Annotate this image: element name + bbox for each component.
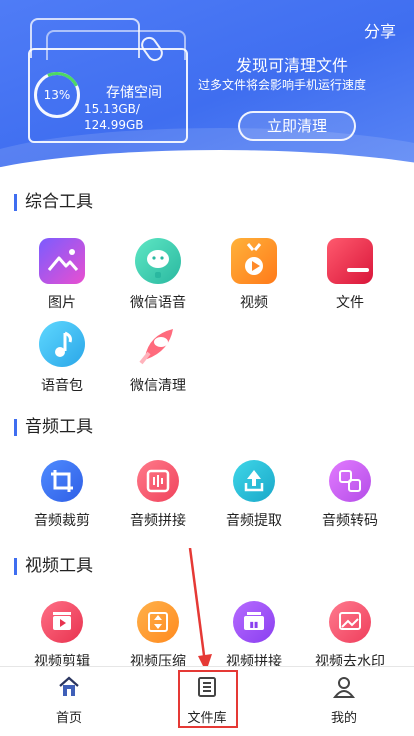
svg-text:▮▮: ▮▮ — [250, 620, 259, 629]
tool-audio-join[interactable]: 音频拼接 — [110, 460, 206, 530]
cleanable-subtitle: 过多文件将会影响手机运行速度 — [198, 78, 367, 92]
crop-icon — [41, 460, 83, 502]
cleanable-title: 发现可清理文件 — [236, 56, 349, 75]
tool-files[interactable]: 文件 — [302, 238, 398, 312]
tool-label: 图片 — [48, 295, 76, 311]
clapper-icon — [41, 601, 83, 643]
section-title-video: 视频工具 — [14, 558, 93, 575]
tool-wechat-clean[interactable]: 微信清理 — [110, 321, 206, 395]
nav-home[interactable]: 首页 — [29, 675, 109, 726]
tool-audio-cut[interactable]: 音频裁剪 — [14, 460, 110, 530]
music-note-icon — [39, 321, 85, 367]
annotation-highlight-box — [178, 670, 238, 728]
user-icon — [332, 677, 356, 698]
section-title-audio: 音频工具 — [14, 419, 93, 436]
rocket-icon — [135, 321, 181, 367]
tool-images[interactable]: 图片 — [14, 238, 110, 312]
audio-join-icon — [137, 460, 179, 502]
tool-label: 音频提取 — [226, 513, 282, 529]
tool-voice-pack[interactable]: 语音包 — [14, 321, 110, 395]
nav-profile-label: 我的 — [330, 711, 357, 726]
tool-wechat-voice[interactable]: 微信语音 — [110, 238, 206, 312]
tv-icon — [231, 238, 277, 284]
tool-video[interactable]: 视频 — [206, 238, 302, 312]
video-join-icon: ▮▮ — [233, 601, 275, 643]
tool-audio-convert[interactable]: 音频转码 — [302, 460, 398, 530]
tool-video-watermark[interactable]: 视频去水印 — [302, 601, 398, 671]
tool-label: 音频转码 — [322, 513, 378, 529]
tool-label: 音频裁剪 — [34, 513, 90, 529]
convert-icon — [329, 460, 371, 502]
nav-home-label: 首页 — [55, 711, 82, 726]
annotation-arrow — [188, 548, 212, 672]
wechat-voice-icon — [135, 238, 181, 284]
tool-label: 微信语音 — [130, 295, 186, 311]
watermark-icon — [329, 601, 371, 643]
tool-audio-extract[interactable]: 音频提取 — [206, 460, 302, 530]
folder-icon — [327, 238, 373, 284]
storage-header: 分享 13% 存储空间 15.13GB/ 124.99GB 发现可清理文件 过多… — [0, 0, 414, 172]
storage-label: 存储空间 — [106, 85, 162, 101]
storage-used: 15.13GB/ — [84, 102, 140, 116]
storage-total: 124.99GB — [84, 118, 144, 132]
tool-label: 微信清理 — [130, 378, 186, 394]
image-icon — [39, 238, 85, 284]
storage-values: 15.13GB/ 124.99GB — [84, 101, 144, 133]
tool-video-join[interactable]: ▮▮ 视频拼接 — [206, 601, 302, 671]
home-icon — [59, 676, 79, 696]
upload-icon — [233, 460, 275, 502]
clean-now-button[interactable]: 立即清理 — [238, 111, 356, 141]
tool-label: 语音包 — [41, 378, 83, 394]
nav-profile[interactable]: 我的 — [304, 675, 384, 726]
compress-icon — [137, 601, 179, 643]
tool-video-edit[interactable]: 视频剪辑 — [14, 601, 110, 671]
share-button[interactable]: 分享 — [364, 18, 396, 42]
tool-label: 音频拼接 — [130, 513, 186, 529]
section-title-general: 综合工具 — [14, 194, 93, 211]
tool-label: 视频 — [240, 295, 268, 311]
tool-label: 文件 — [336, 295, 364, 311]
